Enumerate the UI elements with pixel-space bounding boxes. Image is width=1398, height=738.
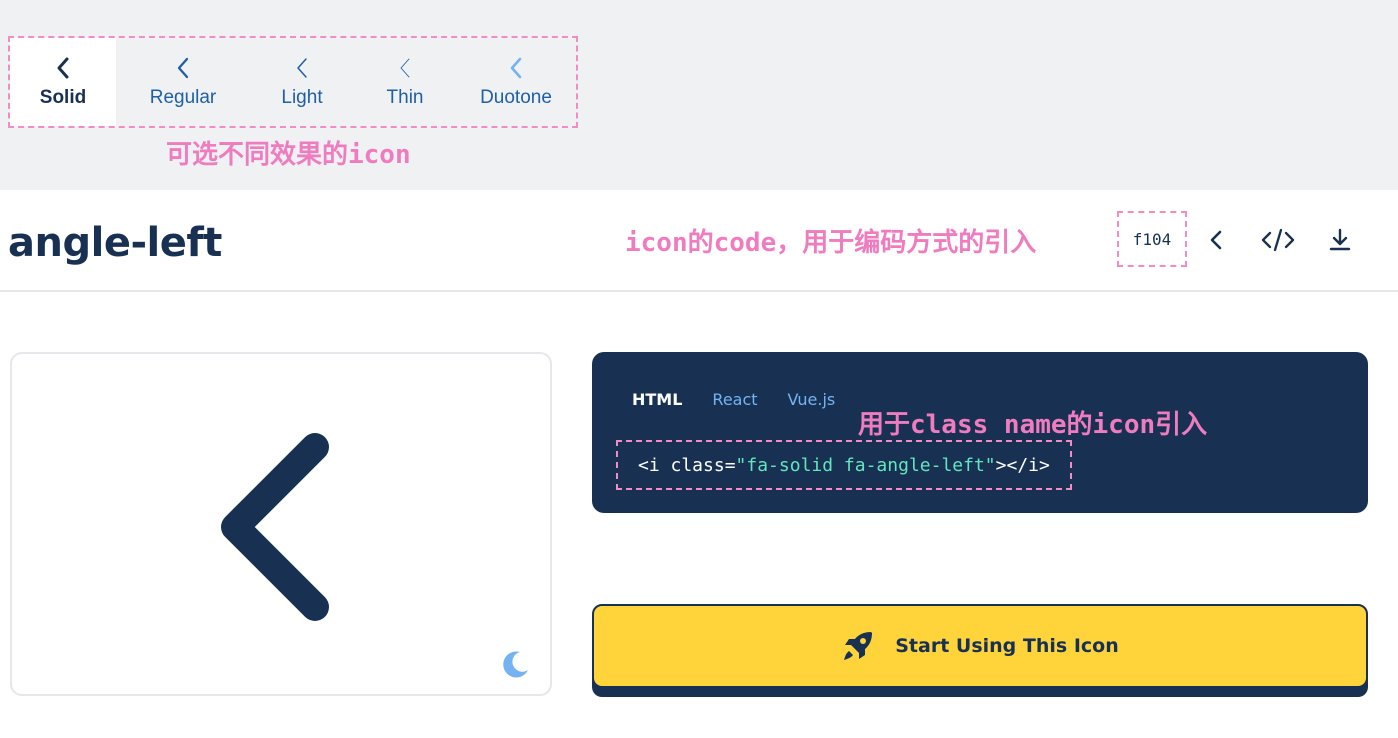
copy-svg-button[interactable] (1258, 220, 1298, 260)
tab-label: Regular (149, 87, 217, 108)
annotation-styles: 可选不同效果的icon (166, 140, 411, 170)
tab-thin[interactable]: Thin (354, 38, 456, 126)
download-button[interactable] (1320, 220, 1360, 260)
angle-left-light-icon (295, 55, 309, 81)
start-using-button[interactable]: Start Using This Icon (592, 604, 1368, 688)
tab-label: Solid (39, 87, 87, 108)
rocket-icon (844, 632, 873, 660)
tab-vuejs[interactable]: Vue.js (788, 390, 836, 409)
icon-style-tabs: Solid Regular Light Thin Duotone (8, 36, 578, 128)
tab-duotone[interactable]: Duotone (456, 38, 576, 126)
moon-icon[interactable] (500, 648, 532, 680)
angle-left-duotone-icon (509, 55, 523, 81)
angle-left-regular-icon (176, 55, 190, 81)
angle-left-icon (1210, 230, 1222, 250)
page-title: angle-left (8, 220, 222, 266)
code-snippet[interactable]: <i class= "fa-solid fa-angle-left" ></i> (616, 440, 1072, 490)
snippet-open: <i class= (638, 454, 736, 476)
tab-solid[interactable]: Solid (10, 38, 116, 126)
snippet-close: ></i> (995, 454, 1050, 476)
tab-light[interactable]: Light (250, 38, 354, 126)
tab-html[interactable]: HTML (632, 390, 682, 409)
icon-preview-card (10, 352, 552, 696)
tab-label: Duotone (480, 87, 552, 108)
unicode-value[interactable]: f104 (1117, 211, 1187, 267)
tab-regular[interactable]: Regular (116, 38, 250, 126)
code-icon (1261, 228, 1295, 252)
cta-label: Start Using This Icon (895, 635, 1119, 657)
annotation-code: icon的code，用于编码方式的引入 (625, 228, 1037, 258)
angle-left-solid-icon (56, 55, 70, 81)
tab-label: Light (281, 87, 323, 108)
download-icon (1329, 228, 1351, 251)
snippet-class-value: "fa-solid fa-angle-left" (735, 454, 996, 476)
annotation-class-name: 用于class name的icon引入 (858, 410, 1208, 440)
angle-left-preview-icon (202, 424, 342, 629)
code-tabs: HTML React Vue.js (632, 390, 835, 409)
tab-react[interactable]: React (712, 390, 757, 409)
tab-label: Thin (386, 87, 424, 108)
angle-left-thin-icon (398, 55, 412, 81)
copy-glyph-button[interactable] (1196, 220, 1236, 260)
